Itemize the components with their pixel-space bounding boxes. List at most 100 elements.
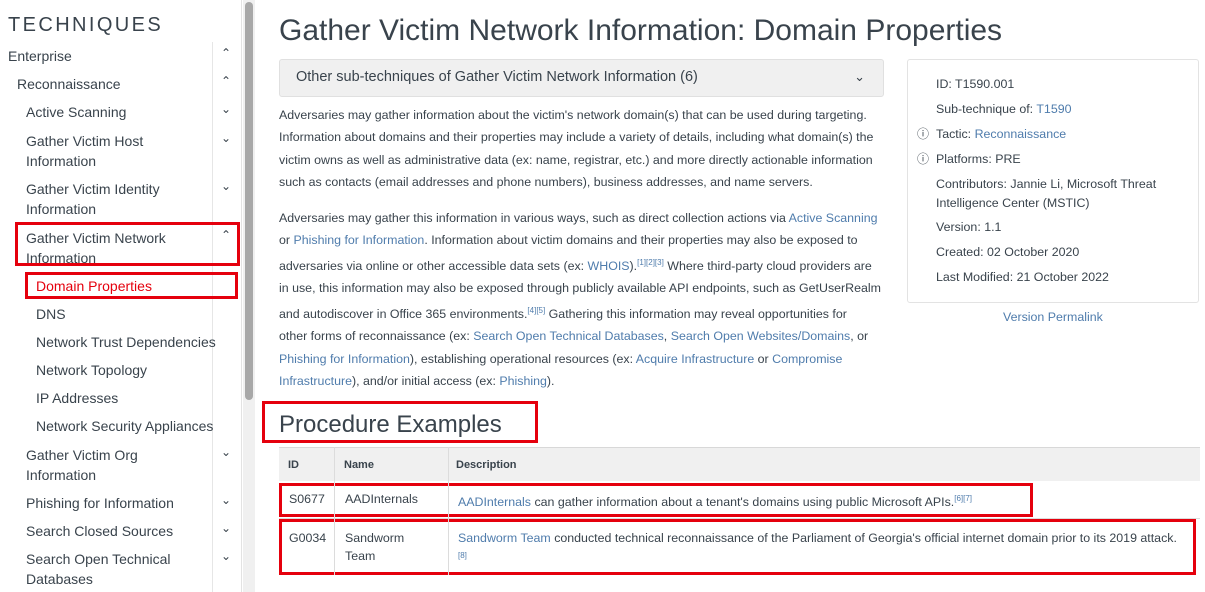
citation-link[interactable]: [1][2][3] bbox=[637, 258, 664, 267]
link-search-open-technical-databases[interactable]: Search Open Technical Databases bbox=[473, 329, 664, 343]
sidebar-item-gather-victim-org[interactable]: Gather Victim Org Information bbox=[26, 445, 138, 485]
chevron-down-icon[interactable]: ⌄ bbox=[219, 179, 233, 199]
row-id[interactable]: S0677 bbox=[289, 490, 325, 508]
technique-info-card: ID: T1590.001 Sub-technique of: T1590 ⓘ … bbox=[907, 59, 1199, 303]
column-header-name[interactable]: Name bbox=[344, 459, 374, 471]
sidebar-item-phishing-for-information[interactable]: Phishing for Information bbox=[26, 493, 174, 513]
description-text: can gather information about a tenant's … bbox=[531, 495, 955, 510]
chevron-up-icon[interactable]: ⌃ bbox=[219, 74, 233, 94]
link-group[interactable]: Sandworm Team bbox=[458, 531, 551, 545]
chevron-up-icon[interactable]: ⌃ bbox=[219, 46, 233, 66]
row-name[interactable]: Sandworm Team bbox=[345, 529, 404, 565]
contributors-line: Intelligence Center (MSTIC) bbox=[936, 196, 1090, 210]
sidebar-item-search-closed-sources[interactable]: Search Closed Sources bbox=[26, 521, 173, 541]
chevron-down-icon[interactable]: ⌄ bbox=[219, 131, 233, 151]
sidebar-item-network-trust-dependencies[interactable]: Network Trust Dependencies bbox=[36, 332, 216, 352]
platforms: Platforms: PRE bbox=[936, 152, 1021, 166]
chevron-down-icon[interactable]: ⌄ bbox=[219, 549, 233, 569]
description-line: Adversaries may gather information about… bbox=[279, 108, 867, 122]
link-software[interactable]: AADInternals bbox=[458, 495, 531, 509]
link-compromise-infrastructure[interactable]: Infrastructure bbox=[279, 374, 352, 388]
description-text: ). bbox=[629, 258, 638, 273]
sidebar-item-enterprise[interactable]: Enterprise bbox=[8, 46, 72, 66]
description-paragraph-2: Adversaries may gather this information … bbox=[279, 207, 887, 393]
sidebar-item-gather-victim-host[interactable]: Gather Victim Host Information bbox=[26, 131, 143, 171]
sidebar-item-label: Search Open Technical bbox=[26, 551, 171, 567]
chevron-down-icon: ⌄ bbox=[854, 69, 865, 84]
row-description: Sandworm Team conducted technical reconn… bbox=[458, 529, 1193, 568]
chevron-down-icon[interactable]: ⌄ bbox=[219, 445, 233, 465]
link-parent-technique[interactable]: T1590 bbox=[1036, 102, 1071, 116]
link-whois[interactable]: WHOIS bbox=[588, 259, 630, 273]
sidebar-item-label: Databases bbox=[26, 571, 93, 587]
technique-id: ID: T1590.001 bbox=[936, 77, 1015, 91]
column-divider bbox=[448, 447, 449, 575]
column-divider bbox=[334, 447, 335, 575]
description-text: ), and/or initial access (ex: bbox=[352, 374, 500, 389]
procedure-examples-heading: Procedure Examples bbox=[279, 411, 502, 438]
sidebar-item-network-security-appliances[interactable]: Network Security Appliances bbox=[36, 416, 213, 436]
sidebar-item-label: Gather Victim Org bbox=[26, 447, 138, 463]
chevron-down-icon[interactable]: ⌄ bbox=[219, 521, 233, 541]
link-compromise-infrastructure[interactable]: Compromise bbox=[772, 352, 842, 366]
sidebar-item-active-scanning[interactable]: Active Scanning bbox=[26, 102, 126, 122]
subtechnique-of: Sub-technique of: T1590 bbox=[936, 100, 1072, 119]
citation-link[interactable]: [4][5] bbox=[527, 306, 545, 315]
sidebar-item-gather-victim-identity[interactable]: Gather Victim Identity Information bbox=[26, 179, 160, 219]
link-search-open-websites-domains[interactable]: Search Open Websites/Domains bbox=[671, 329, 851, 343]
description-text: . Information about victim domains and t… bbox=[424, 233, 858, 248]
link-phishing-for-information[interactable]: Phishing for Information bbox=[279, 352, 410, 366]
sidebar-item-label: Information bbox=[26, 201, 97, 217]
description-text: other forms of reconnaissance (ex: bbox=[279, 329, 474, 344]
sidebar-item-network-topology[interactable]: Network Topology bbox=[36, 360, 147, 380]
description-line: in use, this information may also be exp… bbox=[279, 281, 881, 296]
other-subtechniques-dropdown[interactable]: Other sub-techniques of Gather Victim Ne… bbox=[279, 59, 884, 97]
sidebar-item-search-open-technical-databases[interactable]: Search Open Technical Databases bbox=[26, 549, 171, 589]
info-icon[interactable]: ⓘ bbox=[917, 150, 929, 167]
row-id[interactable]: G0034 bbox=[289, 529, 326, 547]
procedure-table-header: ID Name Description bbox=[279, 447, 1200, 481]
description-line: Information about domains and their prop… bbox=[279, 130, 874, 145]
created-date: Created: 02 October 2020 bbox=[936, 245, 1080, 259]
link-tactic[interactable]: Reconnaissance bbox=[975, 127, 1067, 141]
sidebar-item-label: Gather Victim Identity bbox=[26, 181, 160, 197]
info-icon[interactable]: ⓘ bbox=[917, 125, 929, 142]
link-active-scanning[interactable]: Active Scanning bbox=[789, 211, 878, 225]
label: Sub-technique of: bbox=[936, 102, 1037, 116]
version: Version: 1.1 bbox=[936, 220, 1002, 234]
link-phishing-for-information[interactable]: Phishing for Information bbox=[293, 233, 424, 247]
description-line: such as contacts (email addresses and ph… bbox=[279, 175, 813, 190]
chevron-down-icon[interactable]: ⌄ bbox=[219, 493, 233, 513]
tactic: Tactic: Reconnaissance bbox=[936, 125, 1066, 144]
sidebar-item-reconnaissance[interactable]: Reconnaissance bbox=[17, 74, 121, 94]
citation-link[interactable]: [8] bbox=[458, 551, 467, 560]
row-name[interactable]: AADInternals bbox=[345, 490, 418, 508]
sidebar-item-dns[interactable]: DNS bbox=[36, 304, 66, 324]
sidebar-item-label: Information bbox=[26, 467, 97, 483]
link-acquire-infrastructure[interactable]: Acquire Infrastructure bbox=[636, 352, 754, 366]
column-header-description[interactable]: Description bbox=[456, 459, 517, 471]
last-modified-date: Last Modified: 21 October 2022 bbox=[936, 270, 1109, 284]
sidebar-scrollbar-thumb[interactable] bbox=[245, 2, 253, 400]
column-header-id[interactable]: ID bbox=[288, 459, 299, 471]
row-description: AADInternals can gather information abou… bbox=[458, 490, 1028, 511]
citation-link[interactable]: [6][7] bbox=[954, 494, 972, 503]
description-text: , bbox=[663, 329, 671, 344]
version-permalink-link[interactable]: Version Permalink bbox=[1003, 310, 1103, 324]
description-text: adversaries via online or other accessib… bbox=[279, 258, 588, 273]
sidebar-item-label: Information bbox=[26, 153, 97, 169]
description-text: ), establishing operational resources (e… bbox=[409, 351, 636, 366]
description-text: or bbox=[279, 233, 294, 248]
chevron-down-icon[interactable]: ⌄ bbox=[219, 102, 233, 122]
sidebar-item-ip-addresses[interactable]: IP Addresses bbox=[36, 388, 118, 408]
row-name-line: Sandworm bbox=[345, 531, 405, 545]
row-name-line: Team bbox=[345, 549, 376, 563]
sidebar-item-label: Gather Victim Host bbox=[26, 133, 144, 149]
description-text: , or bbox=[850, 329, 869, 344]
label: Tactic: bbox=[936, 127, 975, 141]
description-text: Gathering this information may reveal op… bbox=[545, 306, 847, 321]
description-line: victim owns as well as administrative da… bbox=[279, 152, 873, 167]
sidebar-title: TECHNIQUES bbox=[8, 14, 164, 36]
link-phishing[interactable]: Phishing bbox=[499, 374, 547, 388]
description-text: ). bbox=[546, 374, 555, 389]
